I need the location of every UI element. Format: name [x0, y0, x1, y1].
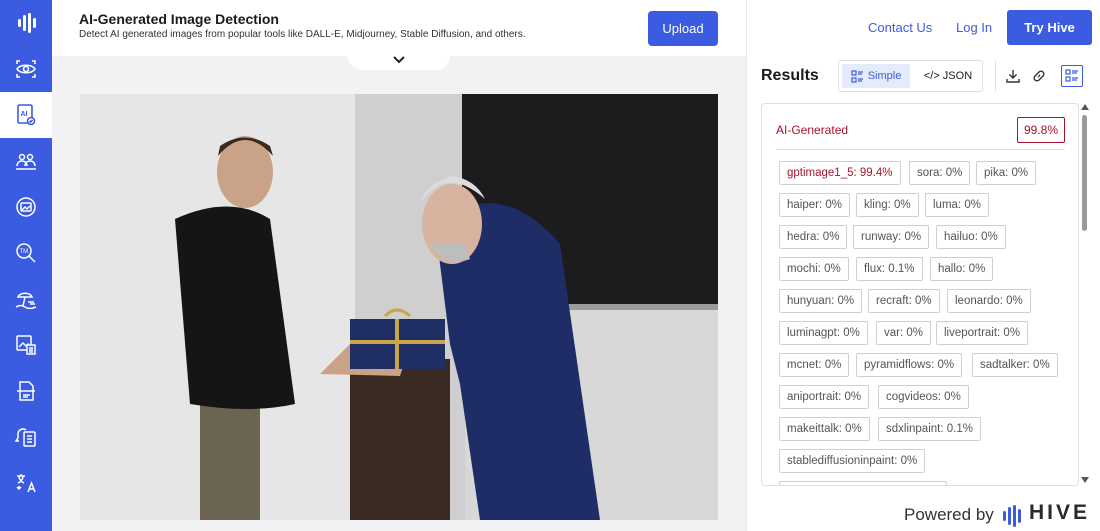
model-tag: gptimage1_5: 99.4%: [779, 161, 901, 185]
classification-label: AI-Generated: [776, 123, 849, 137]
svg-text:AI: AI: [21, 111, 28, 118]
model-tag: haiper: 0%: [779, 193, 850, 217]
classification-score: 99.8%: [1017, 117, 1065, 143]
model-tag: sadtalker: 0%: [972, 353, 1058, 377]
model-tag: cogvideos: 0%: [878, 385, 969, 409]
model-tag: makeittalk: 0%: [779, 417, 870, 441]
svg-text:TM: TM: [20, 249, 29, 255]
model-tag-partial: [779, 481, 947, 485]
model-tag: recraft: 0%: [868, 289, 940, 313]
link-icon[interactable]: [1029, 66, 1049, 86]
model-tag: stablediffusioninpaint: 0%: [779, 449, 926, 473]
toolbar-divider: [995, 61, 996, 91]
model-tag: flux: 0.1%: [856, 257, 923, 281]
view-toggle: Simple </> JSON: [838, 60, 983, 92]
page-subtitle: Detect AI generated images from popular …: [79, 29, 526, 40]
eye-scan-icon[interactable]: [0, 46, 52, 92]
tab-simple[interactable]: Simple: [842, 64, 910, 88]
speech-document-icon[interactable]: [0, 414, 52, 460]
model-tag: pika: 0%: [976, 161, 1037, 185]
model-tag: sora: 0%: [909, 161, 971, 185]
uploaded-image: [80, 94, 718, 520]
model-tag: mcnet: 0%: [779, 353, 850, 377]
model-tag: luma: 0%: [925, 193, 989, 217]
model-tag: leonardo: 0%: [947, 289, 1031, 313]
scroll-up-icon: [1081, 104, 1089, 110]
list-view-icon: [851, 69, 863, 83]
model-tag: hedra: 0%: [779, 225, 848, 249]
try-hive-button[interactable]: Try Hive: [1007, 10, 1092, 45]
contact-us-link[interactable]: Contact Us: [868, 20, 932, 35]
image-text-icon[interactable]: [0, 322, 52, 368]
results-scrollbar[interactable]: [1080, 103, 1090, 486]
beach-scene-icon[interactable]: [0, 276, 52, 322]
page-title: AI-Generated Image Detection: [79, 11, 279, 27]
model-tag: pyramidflows: 0%: [856, 353, 963, 377]
scroll-thumb[interactable]: [1082, 115, 1087, 231]
tab-simple-label: Simple: [867, 70, 902, 82]
scroll-down-icon: [1081, 477, 1089, 483]
photo-illustration: [80, 94, 718, 520]
log-in-link[interactable]: Log In: [956, 20, 992, 35]
model-tag: kling: 0%: [856, 193, 919, 217]
upload-button[interactable]: Upload: [648, 11, 718, 46]
hive-logo-icon: [1003, 505, 1021, 527]
ai-document-icon[interactable]: AI: [0, 92, 52, 138]
trademark-search-icon[interactable]: TM: [0, 230, 52, 276]
model-tag: aniportrait: 0%: [779, 385, 870, 409]
model-tag: var: 0%: [876, 321, 931, 345]
collapse-toggle[interactable]: [348, 50, 450, 70]
document-scan-icon[interactable]: [0, 368, 52, 414]
sidebar-nav: AI TM: [0, 0, 52, 531]
image-moderation-icon[interactable]: [0, 184, 52, 230]
card-divider: [776, 149, 1065, 150]
result-card: AI-Generated 99.8% gptimage1_5: 99.4% so…: [761, 103, 1079, 486]
model-tag: sdxlinpaint: 0.1%: [878, 417, 981, 441]
results-panel: Contact Us Log In Try Hive Results Simpl…: [746, 0, 1100, 531]
model-tag: hunyuan: 0%: [779, 289, 863, 313]
powered-by-label: Powered by: [904, 505, 994, 524]
tab-json[interactable]: </> JSON: [915, 64, 981, 88]
people-detection-icon[interactable]: [0, 138, 52, 184]
translate-icon[interactable]: [0, 460, 52, 506]
model-tag: runway: 0%: [853, 225, 930, 249]
details-view-icon[interactable]: [1061, 65, 1083, 87]
model-tag: hallo: 0%: [930, 257, 994, 281]
main-area: AI-Generated Image Detection Detect AI g…: [52, 0, 746, 531]
hive-brand-wordmark: HIVE: [1029, 501, 1091, 524]
model-tag: mochi: 0%: [779, 257, 849, 281]
page-header: AI-Generated Image Detection Detect AI g…: [52, 0, 746, 56]
download-icon[interactable]: [1003, 66, 1023, 86]
hive-logo-icon[interactable]: [0, 0, 52, 46]
model-tag: hailuo: 0%: [936, 225, 1006, 249]
model-tag: liveportrait: 0%: [936, 321, 1029, 345]
model-tag: luminagpt: 0%: [779, 321, 868, 345]
chevron-down-icon: [393, 56, 405, 64]
results-title: Results: [761, 67, 819, 84]
